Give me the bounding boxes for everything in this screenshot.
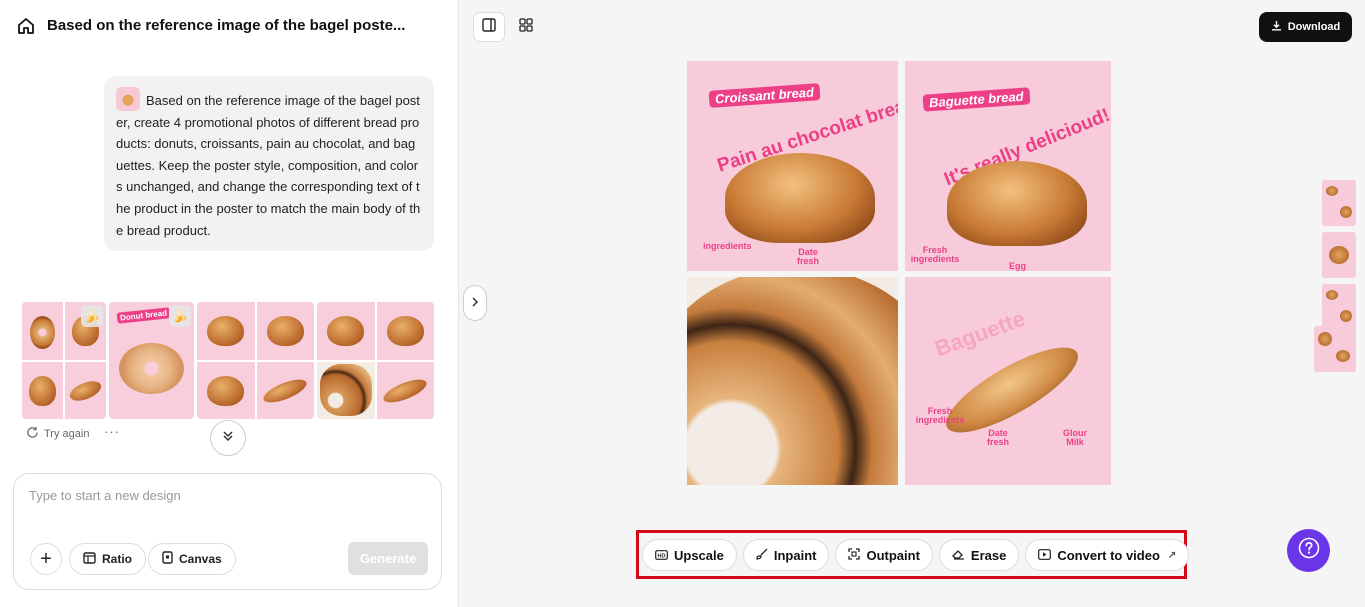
question-mark-icon <box>1298 537 1320 564</box>
double-chevron-down-icon <box>222 429 234 447</box>
svg-text:HD: HD <box>658 553 666 559</box>
generate-button[interactable]: Generate <box>348 542 428 575</box>
annotation: Egg <box>1009 261 1026 271</box>
try-again-button[interactable]: Try again <box>26 426 89 442</box>
eraser-icon <box>952 548 965 563</box>
poster-pain-au-chocolat[interactable]: Croissant bread Pain au chocolat bread! … <box>687 61 898 271</box>
convert-to-video-button[interactable]: Convert to video ↗ <box>1025 539 1190 571</box>
annotation: Date fresh <box>796 247 819 266</box>
image-grid[interactable]: Croissant bread Pain au chocolat bread! … <box>687 61 1111 485</box>
canvas-label: Canvas <box>179 552 222 566</box>
expand-panel-button[interactable] <box>463 285 487 321</box>
erase-label: Erase <box>970 547 1007 563</box>
outpaint-button[interactable]: Outpaint <box>835 539 933 571</box>
result-set-1[interactable]: 🍌 <box>22 302 106 419</box>
result-set-2[interactable] <box>197 302 314 419</box>
poster-headline: Baguette <box>931 305 1029 362</box>
chat-panel: Based on the reference image of the bage… <box>0 0 459 607</box>
ratio-button[interactable]: Ratio <box>69 543 146 575</box>
upscale-label: Upscale <box>674 547 724 563</box>
composer: + Ratio Canvas Generate <box>13 473 442 590</box>
annotation: Fresh ingredients <box>915 406 965 425</box>
erase-button[interactable]: Erase <box>938 539 1020 571</box>
thumbnail[interactable] <box>1322 232 1356 278</box>
annotation: Fresh ingredients <box>910 245 960 264</box>
generation-results: 🍌 Donut bread 🍌 <box>22 302 434 419</box>
grid-icon <box>519 17 533 37</box>
reference-image-thumbnail[interactable] <box>116 87 140 111</box>
annotation: Glour Milk <box>1063 428 1087 447</box>
canvas-area: Download Croissant bread Pain au chocola… <box>459 0 1365 607</box>
prompt-input[interactable] <box>29 488 419 503</box>
scroll-down-button[interactable] <box>210 420 246 456</box>
try-again-label: Try again <box>44 428 90 440</box>
plus-icon: + <box>40 547 52 570</box>
user-message-text: Based on the reference image of the bage… <box>116 93 421 238</box>
upscale-button[interactable]: HD Upscale <box>642 539 737 571</box>
single-view-toggle[interactable] <box>473 12 505 42</box>
result-donut[interactable]: Donut bread 🍌 <box>109 302 194 419</box>
thumbnail[interactable] <box>1314 326 1356 372</box>
more-options-button[interactable]: ··· <box>104 424 120 439</box>
annotation: ingredients <box>703 241 752 251</box>
poster-photo-bread-ring[interactable] <box>687 277 898 485</box>
outpaint-label: Outpaint <box>866 547 920 563</box>
poster-croissant[interactable]: Baguette bread It's really delicioud! Fr… <box>905 61 1111 271</box>
poster-tag: Baguette bread <box>922 87 1031 112</box>
banana-icon: 🍌 <box>81 305 103 327</box>
inpaint-label: Inpaint <box>773 547 817 563</box>
donut-label: Donut bread <box>116 307 171 324</box>
user-message-bubble: Based on the reference image of the bage… <box>104 76 434 251</box>
thumbnail[interactable] <box>1322 180 1356 226</box>
poster-baguette[interactable]: Baguette Fresh ingredients Date fresh Gl… <box>905 277 1111 485</box>
canvas-button[interactable]: Canvas <box>148 543 236 575</box>
grid-view-toggle[interactable] <box>511 12 541 42</box>
add-attachment-button[interactable]: + <box>30 543 62 575</box>
video-icon <box>1038 548 1052 563</box>
ratio-label: Ratio <box>102 552 132 566</box>
result-set-3[interactable] <box>317 302 434 419</box>
panel-layout-icon <box>482 17 496 37</box>
chevron-right-icon <box>471 294 479 312</box>
ratio-icon <box>83 551 96 567</box>
thumbnail[interactable] <box>1322 284 1356 330</box>
download-icon <box>1271 20 1282 34</box>
external-arrow-icon: ↗ <box>1167 549 1177 561</box>
hd-icon: HD <box>655 548 668 563</box>
annotation: Date fresh <box>986 428 1009 447</box>
convert-to-video-label: Convert to video <box>1057 547 1160 563</box>
download-button[interactable]: Download <box>1259 12 1352 42</box>
canvas-icon <box>162 551 173 567</box>
inpaint-button[interactable]: Inpaint <box>742 539 830 571</box>
help-button[interactable] <box>1287 529 1330 572</box>
image-toolbar: HD Upscale Inpaint Outpaint Erase Conver… <box>642 539 1190 571</box>
refresh-icon <box>26 426 39 442</box>
expand-frame-icon <box>848 547 861 563</box>
download-label: Download <box>1287 21 1341 33</box>
page-title: Based on the reference image of the bage… <box>47 17 406 34</box>
banana-icon: 🍌 <box>169 305 191 327</box>
poster-tag: Croissant bread <box>708 83 821 108</box>
home-icon[interactable] <box>16 16 36 36</box>
brush-icon <box>756 548 768 563</box>
